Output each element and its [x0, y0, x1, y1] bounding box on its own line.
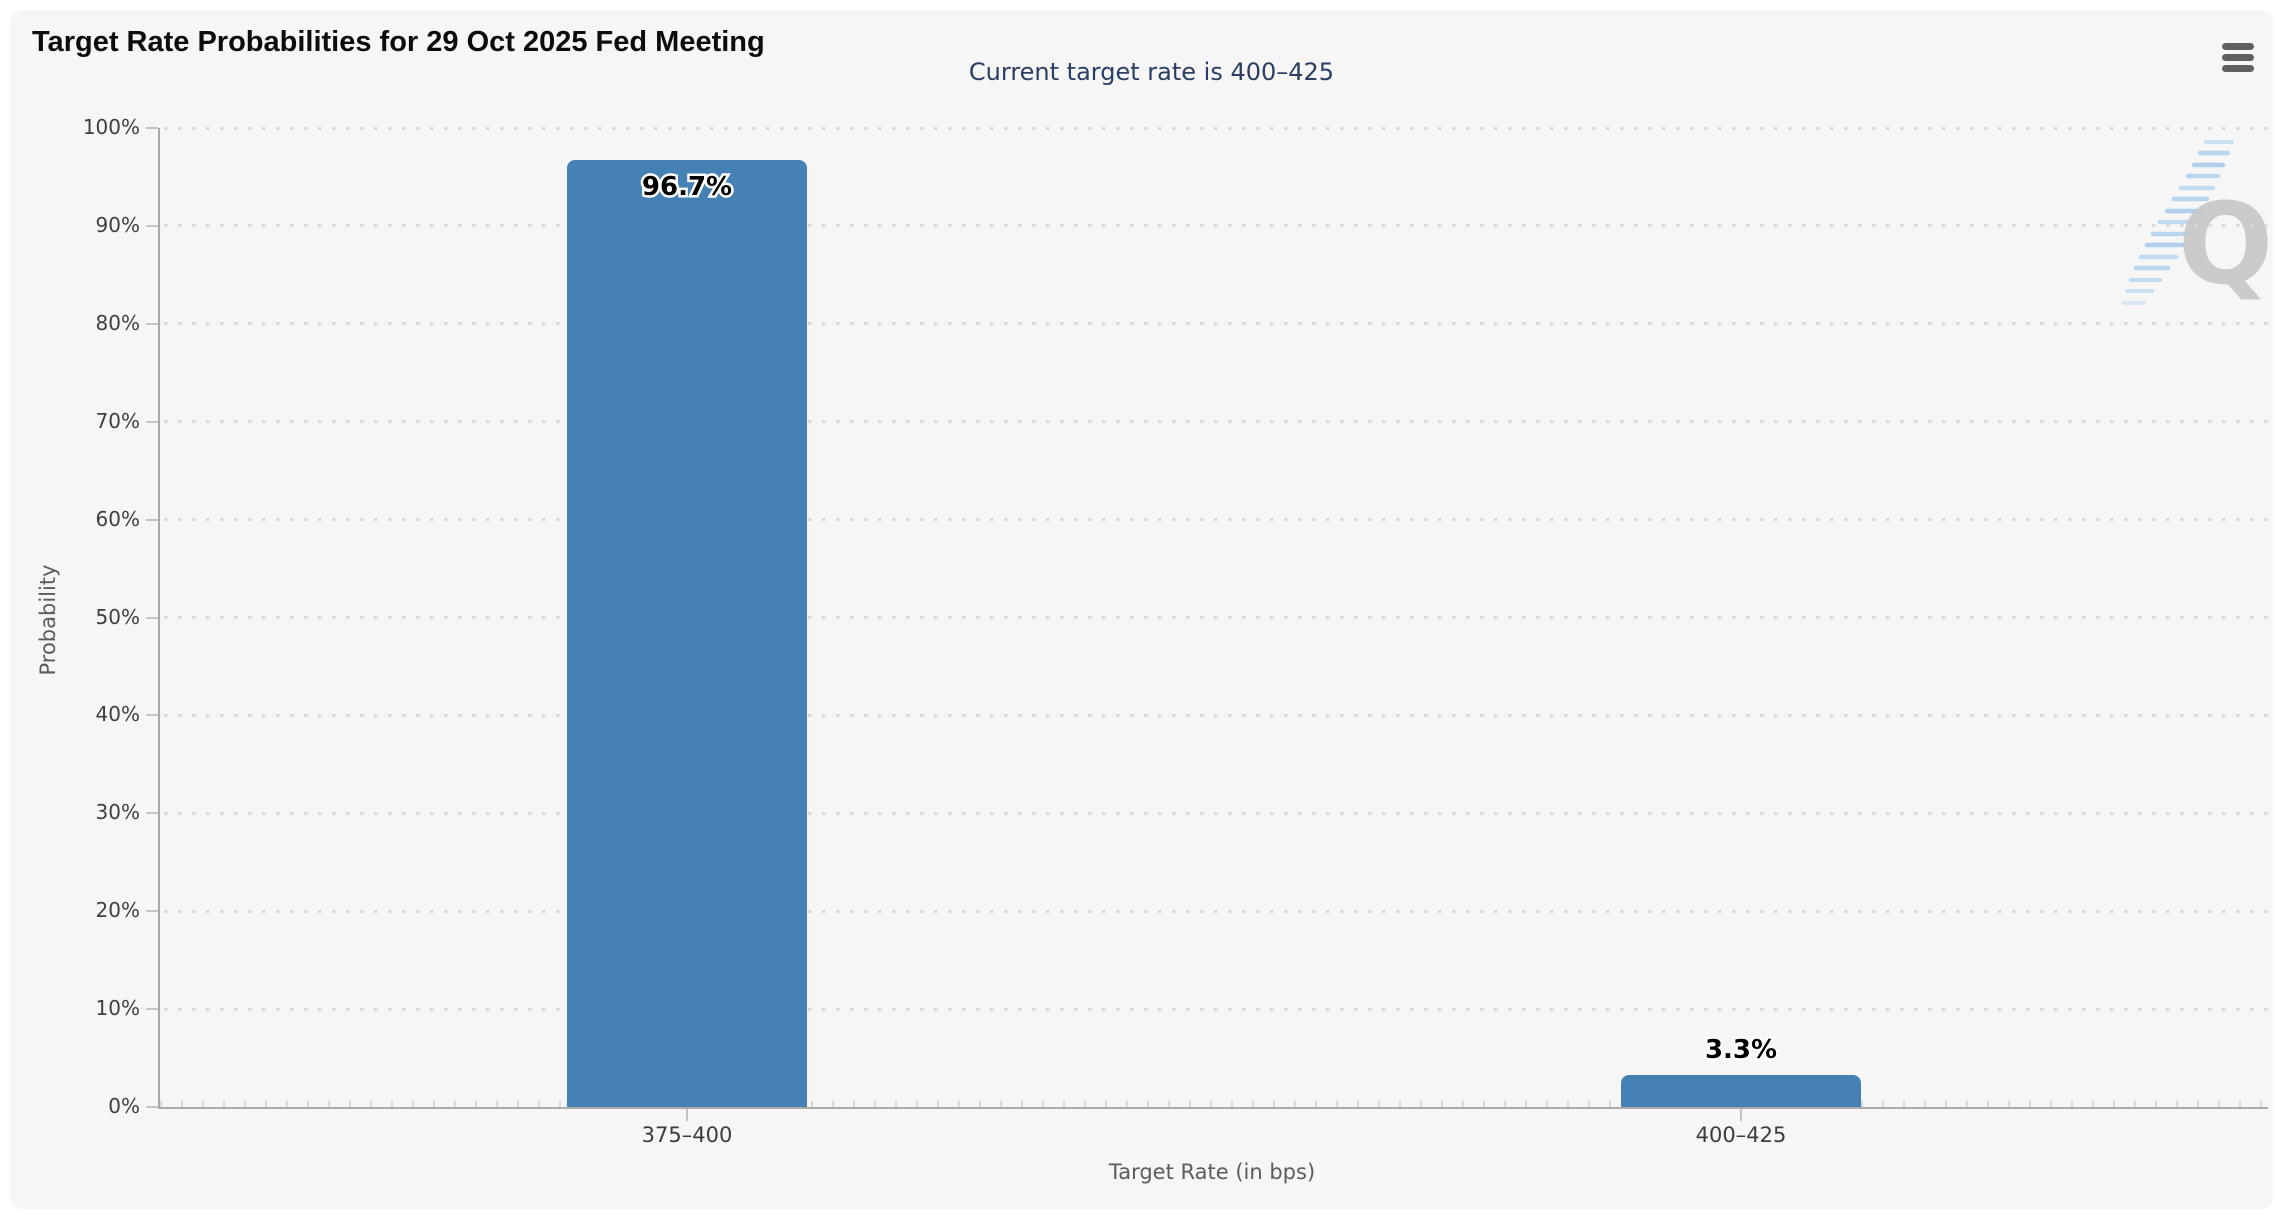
y-gridline — [164, 518, 2268, 522]
y-axis-tick — [146, 1008, 158, 1011]
chart-panel: Target Rate Probabilities for 29 Oct 202… — [10, 10, 2273, 1209]
y-axis-tick — [146, 518, 158, 521]
y-gridline — [164, 811, 2268, 815]
y-axis-tick-label: 70% — [95, 408, 140, 433]
y-axis-tick-label: 20% — [95, 898, 140, 923]
y-axis-tick — [146, 127, 158, 130]
y-gridline — [164, 420, 2268, 424]
y-axis-tick-label: 40% — [95, 702, 140, 727]
y-axis-tick-label: 50% — [95, 604, 140, 629]
y-axis-tick — [146, 812, 158, 815]
y-axis-tick-label: 30% — [95, 800, 140, 825]
y-gridline — [164, 1007, 2268, 1011]
y-axis-tick-label: 90% — [95, 212, 140, 237]
y-gridline — [164, 713, 2268, 717]
y-axis-tick — [146, 910, 158, 913]
bar-value-label: 3.3% — [1702, 1032, 1779, 1067]
y-axis-tick — [146, 714, 158, 717]
page: Target Rate Probabilities for 29 Oct 202… — [0, 0, 2292, 1216]
x-axis-category-label: 400–425 — [1695, 1123, 1787, 1147]
y-axis-tick-label: 80% — [95, 310, 140, 335]
chart-subtitle: Current target rate is 400–425 — [968, 58, 1335, 86]
x-axis-minor-ticks — [160, 1101, 2268, 1107]
chart-title: Target Rate Probabilities for 29 Oct 202… — [32, 26, 765, 58]
bar-375–400[interactable] — [567, 160, 807, 1107]
y-axis-tick-label: 0% — [108, 1094, 140, 1118]
y-axis-tick — [146, 1106, 158, 1108]
y-axis-tick — [146, 420, 158, 423]
y-axis-tick-label: 10% — [95, 996, 140, 1021]
y-axis-tick — [146, 224, 158, 227]
y-axis-tick-label: 60% — [95, 506, 140, 531]
bar-400–425[interactable] — [1621, 1074, 1861, 1107]
y-gridline — [164, 126, 2268, 130]
x-axis-tick — [686, 1109, 688, 1121]
watermark-letter: Q — [2178, 180, 2273, 310]
hamburger-menu-icon — [2222, 42, 2254, 50]
x-axis-tick — [1740, 1109, 1742, 1121]
plot-area: Q 0% 10% 20% 30% 40% 50% 60% 70% 80% 90% 100% 96.7%… — [83, 115, 2273, 1147]
y-gridline — [164, 322, 2268, 326]
y-gridline — [164, 616, 2268, 619]
y-axis-tick — [146, 322, 158, 325]
bar-value-label: 96.7% — [639, 170, 734, 205]
y-gridline — [164, 224, 2268, 228]
x-axis-category-label: 375–400 — [641, 1123, 733, 1147]
y-axis-tick — [146, 616, 158, 619]
x-axis-title: Target Rate (in bps) — [1108, 1160, 1316, 1184]
y-axis-tick-label: 100% — [82, 115, 140, 139]
y-gridline — [164, 909, 2268, 913]
